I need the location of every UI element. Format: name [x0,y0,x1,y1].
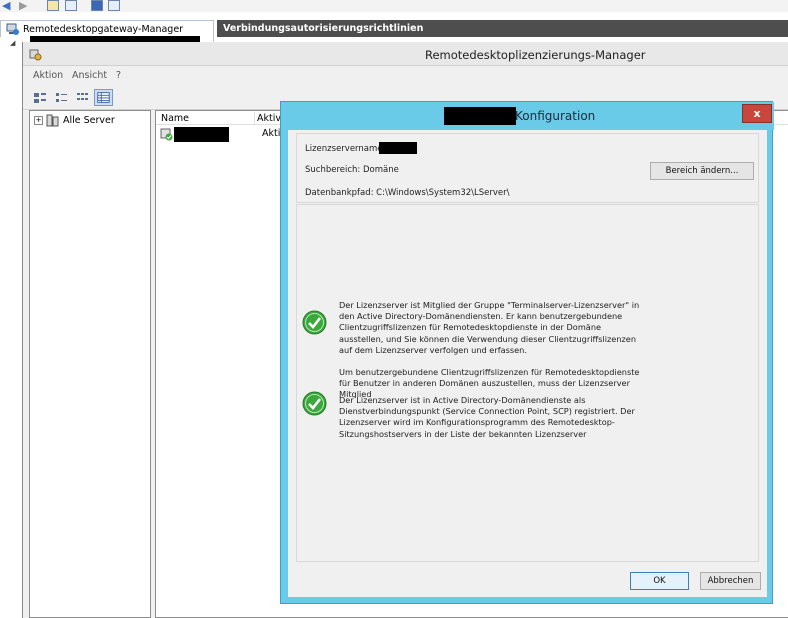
other-domains-message: Um benutzergebundene Clientzugriffslizen… [339,367,640,398]
view-icon[interactable] [108,0,120,11]
ok-button[interactable]: OK [630,572,689,590]
server-tree: + Alle Server [29,110,151,618]
tab-gateway-label: Remotedesktopgateway-Manager [23,24,184,35]
server-ok-icon [160,128,173,141]
menu-bar: Aktion Ansicht ? [23,66,788,86]
column-divider[interactable] [254,112,255,124]
close-button[interactable]: x [742,104,772,123]
details-view-icon[interactable] [94,89,113,106]
change-scope-button[interactable]: Bereich ändern... [650,162,754,180]
properties-icon[interactable] [65,0,77,11]
cancel-button[interactable]: Abbrechen [700,572,761,590]
server-info-panel: Lizenzservername: Suchbereich: Domäne Be… [296,133,759,203]
dialog-titlebar[interactable]: Konfiguration x [281,102,774,130]
small-icons-view-icon[interactable] [53,89,72,106]
large-icons-view-icon[interactable] [31,89,50,106]
gateway-server-icon [6,23,19,35]
window-title: Remotedesktoplizenzierungs-Manager [425,48,646,62]
dialog-content: Lizenzservername: Suchbereich: Domäne Be… [288,130,767,597]
configuration-dialog: Konfiguration x Lizenzservername: Suchbe… [280,101,774,604]
tree-expand-toggle[interactable]: + [34,116,43,125]
database-path-label: Datenbankpfad: C:\Windows\System32\LServ… [305,188,510,198]
tab-gateway-manager[interactable]: Remotedesktopgateway-Manager [0,20,214,45]
search-scope-label: Suchbereich: Domäne [305,165,399,175]
scp-registered-message: Der Lizenzserver ist in Active Directory… [339,395,635,439]
menu-help[interactable]: ? [116,70,121,81]
redacted-server-name [444,107,516,125]
licensing-manager-icon [29,49,42,61]
menu-view[interactable]: Ansicht [72,70,107,81]
back-arrow-icon[interactable]: ◀ [2,0,10,11]
help-book-icon[interactable] [91,0,103,11]
check-circle-icon [302,310,327,335]
menu-action[interactable]: Aktion [33,70,63,81]
column-status[interactable]: Aktiv [257,113,281,124]
tree-item-all-servers[interactable]: Alle Server [63,115,115,126]
tab-connection-policies[interactable]: Verbindungsautorisierungsrichtlinien [217,20,788,37]
left-navigation-strip: ◢ [0,37,22,618]
servers-icon [46,114,59,127]
column-name[interactable]: Name [161,113,189,124]
dialog-title: Konfiguration [515,109,596,123]
license-server-name-label: Lizenzservername: [305,144,386,154]
edit-icon[interactable] [47,0,59,11]
list-view-icon[interactable] [74,89,93,106]
screen: ◀ ▶ Remotedesktopgateway-Manager Verbind… [0,0,788,618]
expand-arrow-icon[interactable]: ◢ [10,39,15,47]
message-clip-area: Um benutzergebundene Clientzugriffslizen… [297,343,758,398]
licensing-manager-titlebar: Remotedesktoplizenzierungs-Manager [23,42,788,66]
top-toolbar: ◀ ▶ [0,0,788,12]
check-circle-icon [302,391,327,416]
redacted-server-name [174,127,229,142]
forward-arrow-icon[interactable]: ▶ [19,0,27,11]
status-messages-panel: Der Lizenzserver ist Mitglied der Gruppe… [296,204,759,562]
redacted-server-name [379,142,417,154]
